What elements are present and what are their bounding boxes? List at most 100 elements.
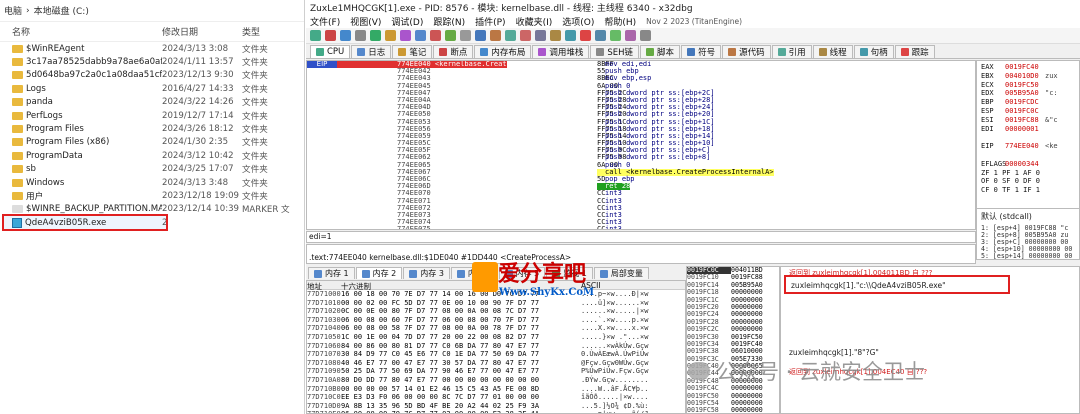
dump-row[interactable]: 77D710E006 00 00 00 70 7C D7 77 02 00 00… — [307, 410, 685, 413]
breadcrumb-item[interactable]: 电脑 — [4, 4, 22, 17]
toolbar-button-icon[interactable] — [460, 30, 471, 41]
toolbar-button-icon[interactable] — [340, 30, 351, 41]
dump-row[interactable]: 77D710B0 00 00 00 00 57 14 01 E2 46 15 C5… — [307, 385, 685, 394]
tab-10[interactable]: 引用 — [771, 44, 812, 58]
tab-4[interactable]: 内存布局 — [474, 44, 532, 58]
register-row[interactable]: EIP 774EE040 <ke — [981, 142, 1075, 151]
register-row[interactable]: ESP 0019FC0C — [981, 107, 1075, 116]
file-row[interactable]: Logs 2016/4/27 14:33 文件夹 — [0, 82, 304, 95]
register-row[interactable] — [981, 133, 1075, 142]
toolbar-button-icon[interactable] — [370, 30, 381, 41]
tab-8[interactable]: 符号 — [681, 44, 722, 58]
dump-row[interactable]: 77D710A0 80 D0 DD 77 80 47 E7 77 00 00 00… — [307, 376, 685, 385]
disasm-row[interactable]: 774EE075 CC int3 — [307, 226, 975, 229]
toolbar-button-icon[interactable] — [385, 30, 396, 41]
menu-item[interactable]: 选项(O) — [562, 15, 594, 28]
dump-row[interactable]: 77D71090 50 25 DA 77 50 69 DA 77 90 46 E7… — [307, 367, 685, 376]
dump-row[interactable]: 77D71060 84 00 86 00 80 81 D7 77 C0 6B DA… — [307, 342, 685, 351]
register-row[interactable]: EDI 00000001 — [981, 125, 1075, 134]
memory-dump-pane[interactable]: 地址 十六进制 ASCII 77D71000 16 00 18 00 70 7E … — [306, 280, 686, 414]
file-row[interactable]: 5d0648ba97c2a0c1a08daa51cfc3 2023/12/13 9… — [0, 69, 304, 82]
register-row[interactable]: EDX 005B95A0 "c: — [981, 89, 1075, 98]
menu-item[interactable]: 帮助(H) — [604, 15, 636, 28]
toolbar-button-icon[interactable] — [400, 30, 411, 41]
dump-row[interactable]: 77D71050 1C 00 1E 00 04 7D D7 77 20 00 22… — [307, 333, 685, 342]
toolbar-button-icon[interactable] — [535, 30, 546, 41]
call-convention-pane[interactable]: 默认 (stdcall) 1: [esp+4] 0019FC88 "c 2: [e… — [976, 208, 1080, 260]
column-name[interactable]: 名称 — [12, 25, 162, 38]
file-row[interactable]: 用户 2023/12/18 19:09 文件夹 — [0, 189, 304, 202]
toolbar-button-icon[interactable] — [595, 30, 606, 41]
toolbar-button-icon[interactable] — [310, 30, 321, 41]
menu-item[interactable]: 插件(P) — [475, 15, 505, 28]
tab-3[interactable]: 断点 — [433, 44, 474, 58]
toolbar-button-icon[interactable] — [520, 30, 531, 41]
tab-11[interactable]: 线程 — [812, 44, 853, 58]
dump-tab-2[interactable]: 内存 3 — [403, 267, 450, 279]
file-row[interactable]: ProgramData 2024/3/12 10:42 文件夹 — [0, 149, 304, 162]
menu-item[interactable]: 跟踪(N) — [433, 15, 465, 28]
menu-item[interactable]: 视图(V) — [350, 15, 381, 28]
register-row[interactable]: EBP 0019FCDC — [981, 98, 1075, 107]
tab-2[interactable]: 笔记 — [392, 44, 433, 58]
register-row[interactable]: EBX 004010D0 zux — [981, 72, 1075, 81]
menu-item[interactable]: 收藏夹(I) — [516, 15, 553, 28]
tab-0[interactable]: CPU — [310, 44, 351, 58]
toolbar-button-icon[interactable] — [430, 30, 441, 41]
stack-row[interactable]: 0019FC58 00000000 — [687, 407, 779, 413]
toolbar-button-icon[interactable] — [610, 30, 621, 41]
file-row[interactable]: Program Files (x86) 2024/1/30 2:35 文件夹 — [0, 136, 304, 149]
register-row[interactable]: ESI 0019FC88 &"c — [981, 116, 1075, 125]
register-row[interactable]: ECX 0019FC50 — [981, 81, 1075, 90]
file-row[interactable]: QdeA4vziB05R.exe2024/3/25 16:19应用程序 — [2, 214, 168, 232]
dump-row[interactable]: 77D71030 06 00 08 00 60 7F D7 77 06 00 08… — [307, 316, 685, 325]
toolbar-button-icon[interactable] — [505, 30, 516, 41]
tab-9[interactable]: 源代码 — [722, 44, 771, 58]
registers-pane[interactable]: EAX 0019FC40 EBX 004010D0 zux ECX 0019FC50 EDX 0… — [976, 60, 1080, 215]
register-row[interactable] — [981, 151, 1075, 160]
dump-row[interactable]: 77D71040 06 00 08 00 58 7F D7 77 08 00 0A… — [307, 324, 685, 333]
tab-5[interactable]: 调用堆栈 — [532, 44, 590, 58]
menu-item[interactable]: 调试(D) — [391, 15, 423, 28]
dump-tab-1[interactable]: 内存 2 — [355, 267, 403, 279]
tab-12[interactable]: 句柄 — [853, 44, 894, 58]
dump-row[interactable]: 77D71020 0C 00 0E 00 80 7F D7 77 08 00 0A… — [307, 307, 685, 316]
toolbar-button-icon[interactable] — [550, 30, 561, 41]
toolbar-button-icon[interactable] — [565, 30, 576, 41]
file-row[interactable]: panda 2024/3/22 14:26 文件夹 — [0, 96, 304, 109]
column-type[interactable]: 类型 — [242, 25, 282, 38]
file-row[interactable]: 3c17aa78525dabb9a78ae6a0af 2024/1/11 13:5… — [0, 55, 304, 68]
register-row[interactable]: EFLAGS 00000344 — [981, 160, 1075, 169]
toolbar-button-icon[interactable] — [325, 30, 336, 41]
dump-row[interactable]: 77D710D0 9A 8B 13 35 96 5D BD 4F BE 20 A2… — [307, 402, 685, 411]
tab-1[interactable]: 日志 — [351, 44, 392, 58]
dump-row[interactable]: 77D71070 30 84 D9 77 C0 45 E6 77 C0 1E DA… — [307, 350, 685, 359]
dump-tab-0[interactable]: 内存 1 — [308, 267, 355, 279]
file-row[interactable]: PerfLogs 2019/12/7 17:14 文件夹 — [0, 109, 304, 122]
menu-item[interactable]: 文件(F) — [310, 15, 340, 28]
stack-pane[interactable]: 0019FC0C 004011BD 0019FC10 0019FC88 0019FC14… — [686, 266, 780, 414]
toolbar-button-icon[interactable] — [445, 30, 456, 41]
file-row[interactable]: Windows 2024/3/13 3:48 文件夹 — [0, 176, 304, 189]
toolbar-button-icon[interactable] — [640, 30, 651, 41]
register-row[interactable]: EAX 0019FC40 — [981, 63, 1075, 72]
dump-row[interactable]: 77D710C0 EE E3 D3 F0 06 00 00 00 8C 7C D7… — [307, 393, 685, 402]
tab-7[interactable]: 脚本 — [640, 44, 681, 58]
toolbar-button-icon[interactable] — [475, 30, 486, 41]
file-row[interactable]: Program Files 2024/3/26 18:12 文件夹 — [0, 122, 304, 135]
breadcrumb-item[interactable]: 本地磁盘 (C:) — [34, 4, 89, 17]
dump-tab-6[interactable]: 局部变量 — [593, 267, 649, 279]
disassembly-pane[interactable]: EIP 774EE040 <kernelbase.CreateProcessA> 8… — [306, 60, 976, 230]
toolbar-button-icon[interactable] — [580, 30, 591, 41]
tab-13[interactable]: 跟踪 — [894, 44, 935, 58]
stack-comments-pane[interactable]: 返回到 zuxleimhqcgk[1].004011BD 自 ??? zuxle… — [780, 266, 1080, 414]
toolbar-button-icon[interactable] — [490, 30, 501, 41]
file-row[interactable]: $WinREAgent 2024/3/13 3:08 文件夹 — [0, 42, 304, 55]
dump-row[interactable]: 77D71010 00 00 02 00 FC 5D D7 77 0E 00 10… — [307, 299, 685, 308]
call-convention-label[interactable]: 默认 (stdcall) — [981, 211, 1075, 222]
toolbar-button-icon[interactable] — [625, 30, 636, 41]
tab-6[interactable]: SEH链 — [590, 44, 640, 58]
column-date[interactable]: 修改日期 — [162, 25, 242, 38]
toolbar-button-icon[interactable] — [355, 30, 366, 41]
toolbar-button-icon[interactable] — [415, 30, 426, 41]
